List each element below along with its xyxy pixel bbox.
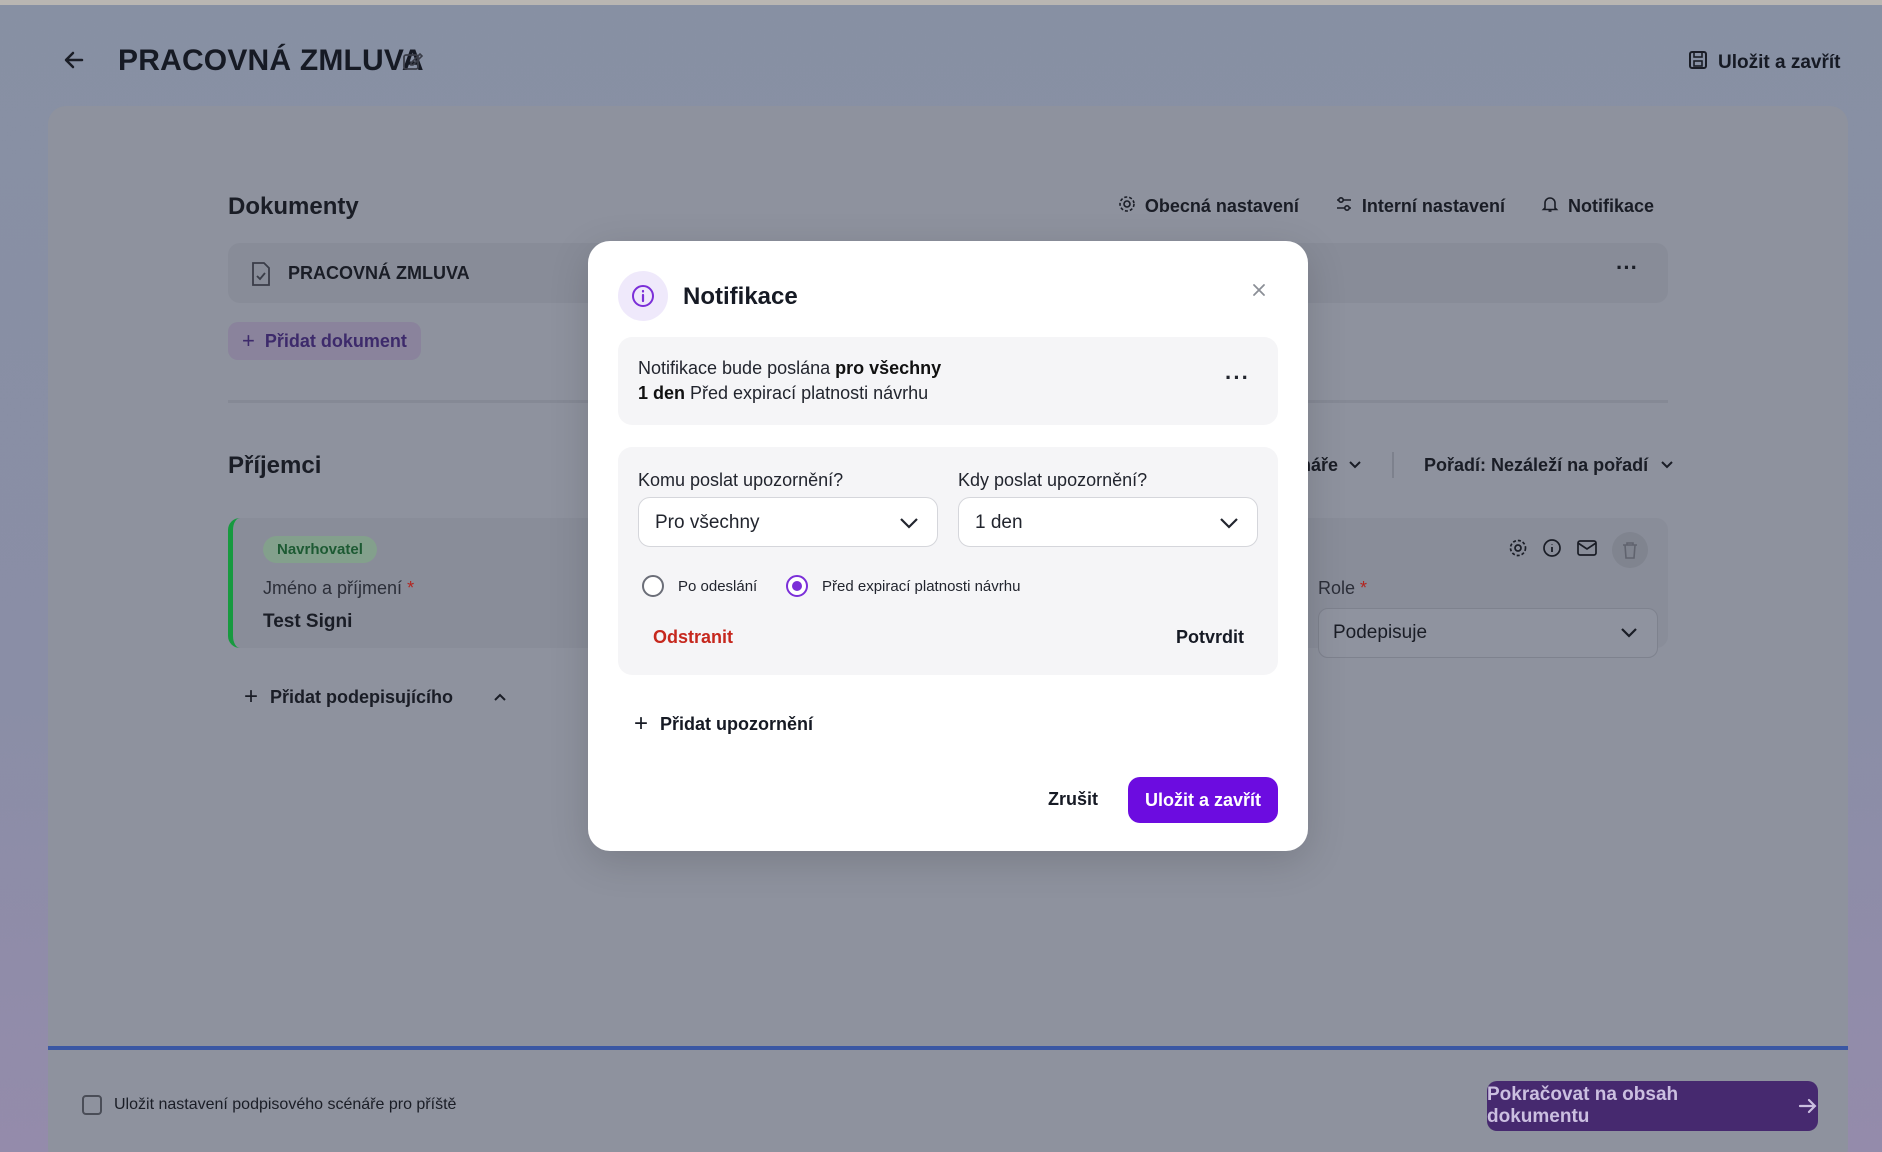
who-select[interactable]: Pro všechny bbox=[638, 497, 938, 547]
continue-label: Pokračovat na obsah dokumentu bbox=[1487, 1084, 1679, 1127]
cancel-button[interactable]: Zrušit bbox=[1048, 789, 1098, 810]
plus-icon: + bbox=[242, 328, 255, 353]
tab-label: Notifikace bbox=[1567, 196, 1654, 216]
tab-label: Obecná nastavení bbox=[1144, 196, 1299, 216]
role-select[interactable]: Podepisuje bbox=[1318, 608, 1658, 658]
add-signer-button[interactable]: + Přidat podepisujícího bbox=[244, 683, 507, 711]
add-document-label: Přidat dokument bbox=[264, 330, 407, 351]
info-icon bbox=[618, 271, 668, 321]
tab-general-settings[interactable]: Obecná nastavení bbox=[1118, 195, 1299, 218]
radio-label: Před expirací platnosti návrhu bbox=[822, 577, 1021, 595]
chevron-down-icon bbox=[900, 518, 918, 529]
filter-separator bbox=[1392, 452, 1395, 478]
more-options-icon[interactable]: ··· bbox=[1225, 365, 1250, 391]
recipients-title: Příjemci bbox=[228, 452, 322, 479]
checkbox[interactable] bbox=[82, 1095, 102, 1115]
trash-icon[interactable] bbox=[1612, 532, 1648, 568]
sliders-icon bbox=[1335, 195, 1353, 218]
role-label: Role * bbox=[1318, 578, 1368, 598]
continue-button[interactable]: Pokračovat na obsah dokumentu bbox=[1487, 1081, 1818, 1131]
document-name: PRACOVNÁ ZMLUVA bbox=[288, 263, 470, 283]
save-scenario-label: Uložit nastavení podpisového scénáře pro… bbox=[114, 1096, 457, 1113]
scenario-filter[interactable]: náře bbox=[1300, 455, 1362, 476]
bell-icon bbox=[1541, 195, 1559, 218]
tab-label: Interní nastavení bbox=[1361, 196, 1505, 216]
edit-title-icon[interactable] bbox=[402, 50, 424, 72]
chevron-up-icon bbox=[494, 693, 506, 701]
top-strip bbox=[0, 0, 1882, 5]
add-notice-button[interactable]: + Přidat upozornění bbox=[634, 710, 813, 738]
recipient-filters: náře Pořadí: Nezáleží na pořadí bbox=[1300, 452, 1674, 478]
chevron-down-icon bbox=[1661, 461, 1673, 469]
when-value: 1 den bbox=[975, 512, 1023, 533]
summary-line-recipient: Notifikace bude poslána pro všechny bbox=[638, 358, 942, 378]
close-icon[interactable] bbox=[1250, 281, 1268, 299]
order-filter[interactable]: Pořadí: Nezáleží na pořadí bbox=[1424, 455, 1674, 476]
radio-button[interactable] bbox=[642, 575, 664, 597]
summary-line-timing: 1 den Před expirací platnosti návrhu bbox=[638, 383, 929, 403]
when-label: Kdy poslat upozornění? bbox=[958, 470, 1148, 490]
header-save-label: Uložit a zavřít bbox=[1718, 52, 1841, 73]
back-arrow-icon[interactable] bbox=[60, 46, 88, 74]
add-signer-label: Přidat podepisujícího bbox=[270, 686, 454, 707]
info-icon[interactable] bbox=[1542, 538, 1562, 563]
header-save-button[interactable]: Uložit a zavřít bbox=[1688, 50, 1840, 76]
radio-after-send[interactable]: Po odeslání bbox=[642, 575, 757, 597]
name-label: Jméno a příjmení * bbox=[263, 578, 415, 598]
save-scenario-checkbox[interactable]: Uložit nastavení podpisového scénáře pro… bbox=[82, 1095, 456, 1115]
modal-title: Notifikace bbox=[683, 283, 798, 310]
page-title: PRACOVNÁ ZMLUVA bbox=[118, 44, 424, 77]
chevron-down-icon bbox=[1349, 461, 1361, 469]
mail-icon[interactable] bbox=[1576, 539, 1598, 562]
documents-title: Dokumenty bbox=[228, 193, 359, 220]
confirm-button[interactable]: Potvrdit bbox=[1176, 627, 1244, 648]
gear-icon bbox=[1118, 195, 1136, 218]
when-select[interactable]: 1 den bbox=[958, 497, 1258, 547]
document-more-icon[interactable]: ··· bbox=[1616, 255, 1638, 281]
order-filter-label: Pořadí: Nezáleží na pořadí bbox=[1424, 454, 1649, 475]
radio-button-selected[interactable] bbox=[786, 575, 808, 597]
chevron-down-icon bbox=[1621, 628, 1637, 638]
arrow-right-icon bbox=[1799, 1098, 1817, 1114]
status-badge: Navrhovatel bbox=[263, 536, 377, 563]
footer-accent-line bbox=[48, 1046, 1848, 1050]
plus-icon: + bbox=[244, 683, 259, 710]
name-value[interactable]: Test Signi bbox=[263, 611, 352, 633]
save-and-close-button[interactable]: Uložit a zavřít bbox=[1128, 777, 1278, 823]
notification-summary: Notifikace bude poslána pro všechny 1 de… bbox=[618, 337, 1278, 425]
notification-editor: Komu poslat upozornění? Pro všechny Kdy … bbox=[618, 447, 1278, 675]
tab-internal-settings[interactable]: Interní nastavení bbox=[1335, 195, 1505, 218]
plus-icon: + bbox=[634, 710, 649, 737]
who-value: Pro všechny bbox=[655, 512, 760, 533]
tab-notifications[interactable]: Notifikace bbox=[1541, 195, 1654, 218]
chevron-down-icon bbox=[1220, 518, 1238, 529]
signer-actions bbox=[1508, 532, 1648, 568]
add-notice-label: Přidat upozornění bbox=[660, 713, 814, 734]
radio-label: Po odeslání bbox=[678, 577, 758, 595]
radio-before-expiry[interactable]: Před expirací platnosti návrhu bbox=[786, 575, 1020, 597]
remove-button[interactable]: Odstranit bbox=[653, 627, 733, 648]
who-label: Komu poslat upozornění? bbox=[638, 470, 844, 490]
save-disk-icon bbox=[1688, 50, 1708, 76]
add-document-button[interactable]: + Přidat dokument bbox=[228, 322, 421, 360]
notification-modal: Notifikace Notifikace bude poslána pro v… bbox=[588, 241, 1308, 851]
settings-tabs: Obecná nastavení Interní nastavení Notif… bbox=[1118, 195, 1654, 218]
role-value: Podepisuje bbox=[1333, 622, 1428, 643]
gear-icon[interactable] bbox=[1508, 538, 1528, 563]
document-file-icon bbox=[250, 261, 272, 287]
